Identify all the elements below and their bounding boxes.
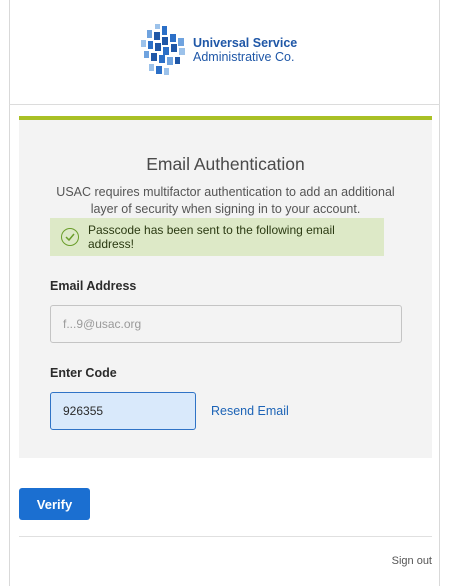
success-alert: Passcode has been sent to the following …	[50, 218, 384, 256]
check-circle-icon	[61, 228, 79, 246]
page-title: Email Authentication	[146, 154, 305, 174]
auth-description: USAC requires multifactor authentication…	[56, 185, 395, 216]
footer-divider	[19, 536, 432, 537]
sign-out-link[interactable]: Sign out	[392, 555, 432, 567]
usac-logo-mark-icon	[141, 24, 185, 75]
code-label: Enter Code	[50, 366, 117, 380]
verify-button[interactable]: Verify	[19, 488, 90, 520]
auth-card: Email Authentication USAC requires multi…	[19, 116, 432, 458]
alert-message: Passcode has been sent to the following …	[87, 223, 335, 251]
email-label: Email Address	[50, 279, 137, 293]
logo-text: Universal Service Administrative Co.	[193, 36, 297, 64]
code-input[interactable]	[50, 392, 196, 430]
usac-logo: Universal Service Administrative Co.	[141, 24, 297, 76]
email-field[interactable]	[50, 305, 402, 343]
logo-text-line2: Administrative Co.	[193, 50, 295, 64]
header-divider	[9, 104, 440, 105]
logo-text-line1: Universal Service	[193, 36, 298, 50]
resend-email-link[interactable]: Resend Email	[211, 404, 289, 418]
